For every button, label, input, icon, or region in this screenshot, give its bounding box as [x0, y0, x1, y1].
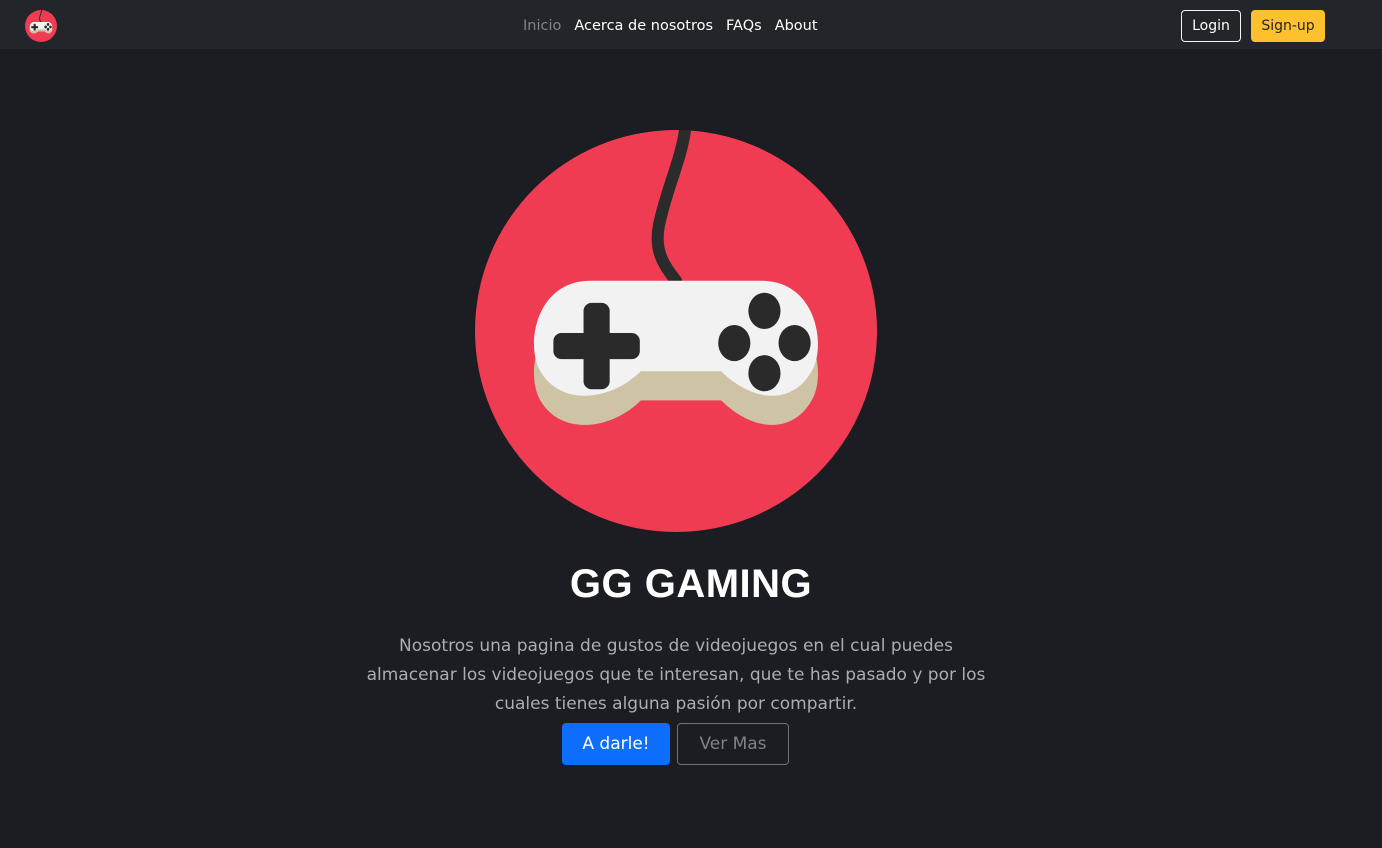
nav-links: Inicio Acerca de nosotros FAQs About: [523, 16, 818, 36]
gamepad-hero-icon: [475, 130, 877, 532]
nav-link-acerca-de-nosotros[interactable]: Acerca de nosotros: [574, 16, 713, 36]
hero-description-line: Nosotros una pagina de gustos de videoju…: [399, 636, 953, 656]
login-button[interactable]: Login: [1181, 10, 1241, 42]
gamepad-logo-icon[interactable]: [25, 10, 57, 42]
nav-link-inicio[interactable]: Inicio: [523, 16, 561, 36]
hero-title: GG GAMING: [569, 562, 813, 606]
nav-link-about[interactable]: About: [775, 16, 818, 36]
hero-description: Nosotros una pagina de gustos de videoju…: [366, 632, 986, 719]
nav-link-faqs[interactable]: FAQs: [726, 16, 762, 36]
a-darle-button[interactable]: A darle!: [562, 723, 670, 765]
ver-mas-button[interactable]: Ver Mas: [677, 723, 789, 765]
navbar: Inicio Acerca de nosotros FAQs About Log…: [0, 0, 1382, 49]
hero-description-line: almacenar los videojuegos que te interes…: [366, 665, 986, 685]
signup-button[interactable]: Sign-up: [1251, 10, 1325, 42]
hero-description-line: cuales tienes alguna pasión por comparti…: [494, 694, 858, 714]
